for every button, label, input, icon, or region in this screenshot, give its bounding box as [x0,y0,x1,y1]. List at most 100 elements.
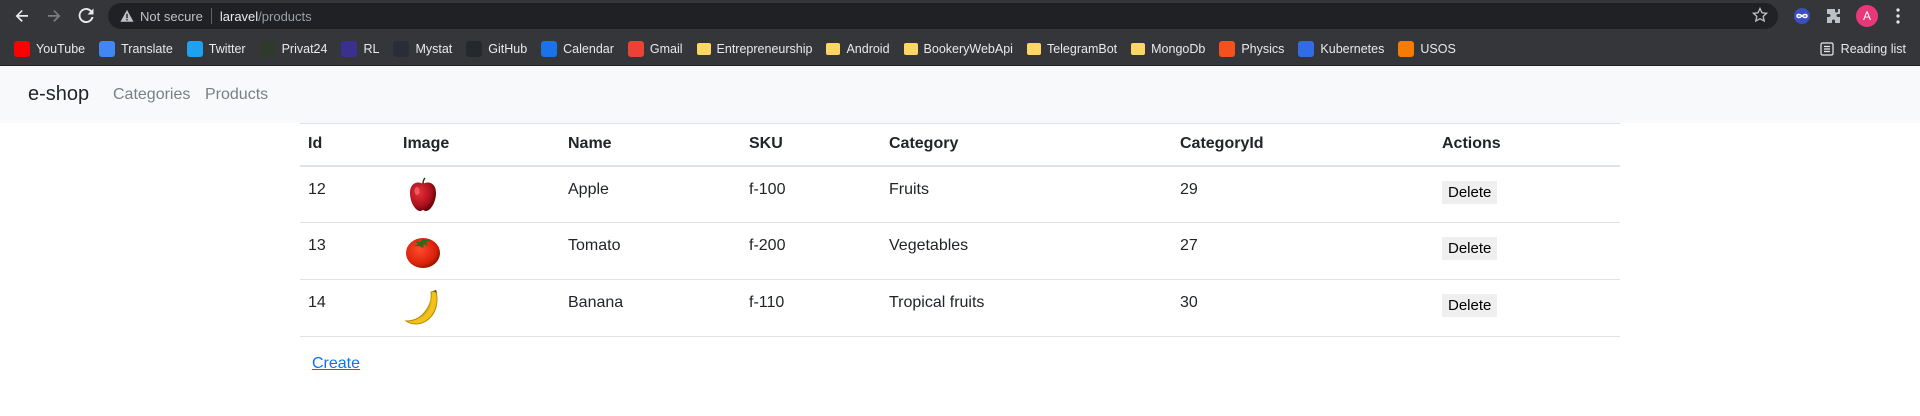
header-category: Category [881,123,1172,167]
cell-category: Tropical fruits [881,279,1172,337]
reload-icon [78,8,94,24]
bookmark-github[interactable]: GitHub [460,36,533,62]
bookmark-label: Kubernetes [1320,41,1385,56]
header-actions: Actions [1434,123,1620,167]
bookmark-label: Android [846,41,890,56]
bookmark-label: Gmail [649,41,683,56]
bookmark-mystat[interactable]: Mystat [387,36,458,62]
extensions-puzzle-icon[interactable] [1822,4,1846,28]
kubernetes-icon [1298,40,1315,57]
bookmark-mongodb[interactable]: MongoDb [1125,36,1211,62]
cell-name: Apple [560,165,741,223]
bookmark-usos[interactable]: USOS [1392,36,1461,62]
cell-name: Banana [560,279,741,337]
table-row: 14 Banana f-110 Tropical fruits 30 Delet… [300,279,1620,337]
bookmark-label: MongoDb [1151,41,1206,56]
cell-category: Fruits [881,165,1172,223]
folder-icon [826,42,841,55]
folder-icon [1026,42,1041,55]
header-id: Id [300,123,395,167]
calendar-icon [541,40,558,57]
cell-actions: Delete [1434,165,1620,223]
header-sku: SKU [741,123,881,167]
cell-actions: Delete [1434,222,1620,280]
physics-icon [1219,40,1236,57]
bookmark-label: Physics [1241,41,1285,56]
banana-icon [404,290,438,325]
reading-list-icon [1820,42,1834,56]
cell-id: 13 [300,222,395,280]
folder-icon [696,42,711,55]
url-host: laravel [219,8,259,24]
youtube-icon [14,40,30,57]
nav-link-categories[interactable]: Categories [113,86,190,104]
github-icon [466,40,483,57]
tomato-icon [406,238,440,268]
nav-link-products[interactable]: Products [205,86,268,104]
bookmark-label: Translate [121,41,173,56]
forward-arrow-icon [48,10,61,22]
brand-logo[interactable]: e-shop [28,83,89,106]
products-table: Id Image Name SKU Category CategoryId Ac… [300,123,1620,337]
bookmark-privat24[interactable]: Privat24 [254,36,334,62]
cell-sku: f-200 [741,222,881,280]
delete-button[interactable]: Delete [1442,294,1498,317]
table-row: 12 Apple f-100 Fruits 29 Delete [300,165,1620,223]
bookmark-label: BookeryWebApi [923,41,1013,56]
header-category-id: CategoryId [1172,123,1434,167]
translate-icon [99,40,116,57]
header-name: Name [560,123,741,167]
bookmark-telegrambot[interactable]: TelegramBot [1021,36,1123,62]
delete-button[interactable]: Delete [1442,180,1498,204]
apple-icon [410,176,436,211]
bookmark-kubernetes[interactable]: Kubernetes [1292,36,1390,62]
gmail-icon [627,40,644,57]
back-arrow-icon [15,10,28,22]
app-navbar: e-shop Categories Products [0,66,1920,123]
bookmark-star-icon[interactable] [1751,6,1769,26]
bookmarks-bar: YouTube Translate Twitter Privat24 RL Mystat G… [0,32,1920,90]
bookmark-physics[interactable]: Physics [1213,36,1290,62]
bookmark-label: USOS [1420,41,1456,56]
cell-category-id: 29 [1172,165,1434,223]
reading-list-label: Reading list [1840,42,1906,56]
bookmark-entrepreneurship[interactable]: Entrepreneurship [691,36,819,62]
cell-image [395,165,560,223]
folder-icon [1131,42,1146,55]
reload-button[interactable] [72,2,100,30]
bookmark-twitter[interactable]: Twitter [181,36,252,62]
bookmark-label: TelegramBot [1046,41,1118,56]
cell-image [395,279,560,337]
profile-avatar[interactable]: A [1856,5,1878,27]
bookmark-rl[interactable]: RL [335,36,385,62]
cell-sku: f-110 [741,279,881,337]
create-link[interactable]: Create [312,355,360,373]
reading-list-button[interactable]: Reading list [1819,36,1906,62]
usos-icon [1398,40,1415,57]
url-path: /products [258,8,312,24]
forward-button[interactable] [40,2,68,30]
bookmark-bookerywebapi[interactable]: BookeryWebApi [898,36,1019,62]
delete-button[interactable]: Delete [1442,237,1498,260]
privat24-icon [259,40,276,57]
security-indicator[interactable]: Not secure [120,9,203,24]
bookmark-youtube[interactable]: YouTube [8,36,91,62]
bookmark-label: Twitter [208,41,246,56]
address-bar[interactable]: Not secure laravel /products [108,3,1778,29]
bookmark-android[interactable]: Android [820,36,895,62]
bookmark-gmail[interactable]: Gmail [622,36,689,62]
bookmark-label: Entrepreneurship [716,41,813,56]
cell-id: 14 [300,279,395,337]
cell-category-id: 27 [1172,222,1434,280]
extension-infinity-icon[interactable] [1790,4,1814,28]
twitter-icon [186,40,203,57]
table-row: 13 Tomato f-200 Vegetables 27 Delete [300,222,1620,280]
security-label: Not secure [140,8,203,24]
back-button[interactable] [8,2,36,30]
cell-sku: f-100 [741,165,881,223]
kebab-menu-icon[interactable] [1886,4,1910,28]
bookmark-translate[interactable]: Translate [93,36,179,62]
bookmark-calendar[interactable]: Calendar [535,36,620,62]
bookmark-label: YouTube [36,41,86,56]
warning-icon [120,9,134,22]
